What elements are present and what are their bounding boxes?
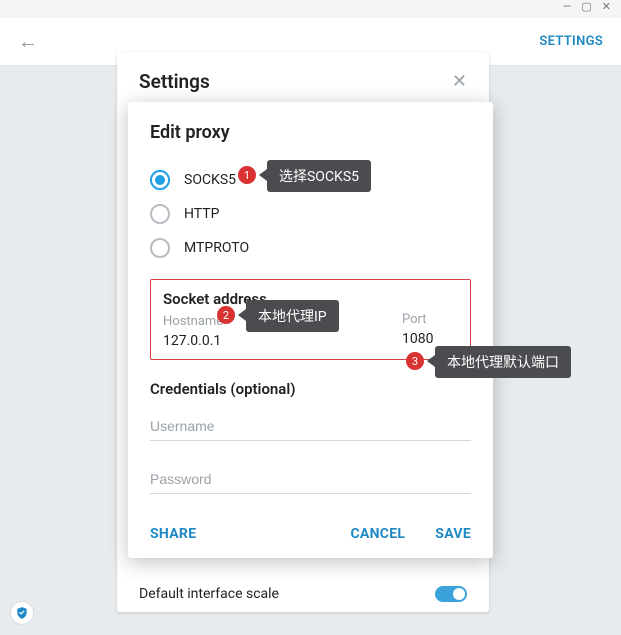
port-label: Port (402, 312, 458, 327)
interface-scale-label: Default interface scale (139, 586, 279, 602)
window-minimize-icon[interactable]: — (563, 0, 572, 18)
settings-title: Settings (139, 70, 210, 93)
radio-label: MTPROTO (184, 240, 249, 256)
radio-icon[interactable] (150, 238, 170, 258)
annotation-text-1: 选择SOCKS5 (267, 160, 371, 192)
radio-icon[interactable] (150, 170, 170, 190)
annotation-arrow-icon (238, 309, 246, 321)
back-arrow-icon[interactable]: ← (18, 29, 38, 54)
proxy-option-http[interactable]: HTTP (150, 197, 471, 231)
cancel-button[interactable]: CANCEL (350, 526, 405, 542)
annotation-arrow-icon (259, 169, 267, 181)
annotation-arrow-icon (427, 355, 435, 367)
window-titlebar: — ▢ ✕ (0, 0, 621, 18)
save-button[interactable]: SAVE (435, 526, 471, 542)
hostname-value[interactable]: 127.0.0.1 (163, 333, 382, 349)
radio-label: SOCKS5 (184, 172, 236, 188)
radio-icon[interactable] (150, 204, 170, 224)
window-maximize-icon[interactable]: ▢ (581, 0, 591, 18)
radio-label: HTTP (184, 206, 219, 222)
password-input[interactable] (150, 463, 471, 494)
annotation-text-3: 本地代理默认端口 (435, 346, 571, 378)
username-input[interactable] (150, 410, 471, 441)
proxy-option-mtproto[interactable]: MTPROTO (150, 231, 471, 265)
dialog-title: Edit proxy (150, 122, 471, 143)
port-value[interactable]: 1080 (402, 331, 458, 347)
settings-link[interactable]: SETTINGS (539, 34, 603, 49)
annotation-badge-2: 2 (217, 306, 235, 324)
close-icon[interactable]: ✕ (452, 71, 467, 92)
share-button[interactable]: SHARE (150, 526, 196, 542)
shield-check-icon[interactable] (10, 601, 34, 625)
interface-scale-toggle[interactable] (435, 586, 467, 602)
annotation-badge-3: 3 (406, 352, 424, 370)
window-close-icon[interactable]: ✕ (602, 0, 611, 18)
annotation-badge-1: 1 (238, 166, 256, 184)
credentials-title: Credentials (optional) (150, 380, 471, 398)
annotation-text-2: 本地代理IP (246, 300, 339, 332)
